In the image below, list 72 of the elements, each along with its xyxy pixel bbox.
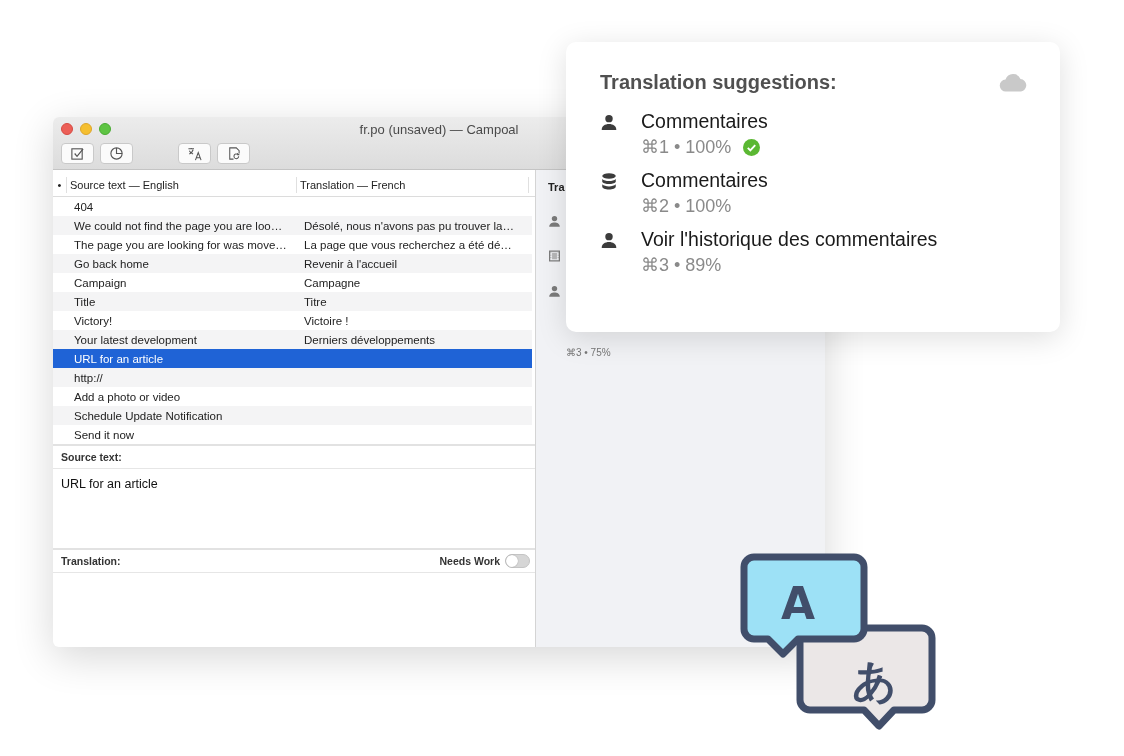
toolbar-button[interactable] — [100, 143, 133, 164]
source-text-area: URL for an article — [53, 469, 535, 548]
table-row[interactable]: Title Titre — [53, 292, 532, 311]
bubble-letter: A — [780, 578, 816, 629]
suggestion-text[interactable]: Voir l'historique des commentaires — [641, 228, 938, 251]
toggle-label: Needs Work — [439, 555, 500, 567]
table-cell-text: Campaign — [73, 276, 128, 289]
table-cell-text: 404 — [73, 200, 95, 213]
table-cell-text: Derniers développements — [303, 333, 437, 346]
bubble-letter: あ — [851, 655, 897, 706]
table-cell-text: Schedule Update Notification — [73, 409, 224, 422]
popup-title: Translation suggestions: — [600, 71, 837, 94]
table-row[interactable]: The page you are looking for was move… La page que vous recherchez a été dé… — [53, 235, 532, 254]
film-icon — [548, 249, 561, 263]
table-row[interactable]: Add a photo or video — [53, 387, 532, 406]
table-row[interactable]: Your latest development Derniers développements — [53, 330, 532, 349]
suggestion-text[interactable]: Commentaires — [641, 110, 768, 133]
table-row[interactable]: Go back home Revenir à l'accueil — [53, 254, 532, 273]
table-row[interactable]: 404 — [53, 197, 532, 216]
cloud-icon — [999, 73, 1028, 92]
section-label: Translation: — [61, 555, 121, 567]
column-header[interactable]: Source text — English — [67, 177, 297, 193]
person-icon — [600, 231, 618, 249]
close-button[interactable] — [61, 123, 73, 135]
table-cell-text: Your latest development — [73, 333, 198, 346]
table-row[interactable]: Campaign Campagne — [53, 273, 532, 292]
table-cell-text: Go back home — [73, 257, 150, 270]
pie-chart-icon — [109, 146, 124, 161]
table-row[interactable]: Schedule Update Notification — [53, 406, 532, 425]
column-header[interactable]: • — [53, 177, 67, 193]
table-row[interactable]: Victory! Victoire ! — [53, 311, 532, 330]
person-icon — [548, 284, 561, 298]
suggestion-text[interactable]: Commentaires — [641, 169, 768, 192]
table-row[interactable]: URL for an article — [53, 349, 532, 368]
table-row[interactable]: Send it now — [53, 425, 532, 444]
person-icon — [548, 214, 561, 228]
table-row[interactable]: We could not find the page you are loo… Désolé, nous n'avons pas pu trouver la… — [53, 216, 532, 235]
section-label: Source text: — [61, 451, 122, 463]
translate-icon — [187, 146, 202, 161]
zoom-button[interactable] — [99, 123, 111, 135]
person-icon — [600, 113, 618, 131]
table-cell-text: Title — [73, 295, 97, 308]
pane-heading: Tra — [548, 181, 565, 193]
document-refresh-icon — [226, 146, 241, 161]
table-cell-text: The page you are looking for was move… — [73, 238, 288, 251]
table-cell-text: Revenir à l'accueil — [303, 257, 398, 270]
toolbar-button[interactable] — [178, 143, 211, 164]
toolbar-button[interactable] — [61, 143, 94, 164]
speech-bubble-icon — [740, 553, 868, 658]
table-cell-text: Campagne — [303, 276, 362, 289]
window-title: fr.po (unsaved) — Campoal — [359, 121, 519, 137]
suggestion-meta: ⌘2 • 100% — [641, 195, 732, 217]
table-cell-text: Send it now — [73, 428, 136, 441]
table-cell-text: La page que vous recherchez a été dé… — [303, 238, 513, 251]
toolbar-button[interactable] — [217, 143, 250, 164]
table-cell-text: Victory! — [73, 314, 114, 327]
checkbox-icon — [70, 146, 85, 161]
needs-work-toggle[interactable] — [505, 554, 530, 568]
suggestion-meta: ⌘3 • 89% — [641, 254, 722, 276]
database-icon — [600, 172, 618, 190]
speech-bubble-icon — [796, 624, 936, 730]
suggestion-meta: ⌘3 • 75% — [566, 347, 611, 358]
table-cell-text: Victoire ! — [303, 314, 350, 327]
table-cell-text: http:// — [73, 371, 104, 384]
table-cell-text: Add a photo or video — [73, 390, 182, 403]
table-cell-text: Titre — [303, 295, 328, 308]
suggestion-meta: ⌘1 • 100% — [641, 136, 732, 158]
table-row[interactable]: http:// — [53, 368, 532, 387]
table-cell-text: Désolé, nous n'avons pas pu trouver la… — [303, 219, 515, 232]
table-cell-text: URL for an article — [73, 352, 165, 365]
table-cell-text: We could not find the page you are loo… — [73, 219, 284, 232]
column-header[interactable]: Translation — French — [297, 177, 529, 193]
